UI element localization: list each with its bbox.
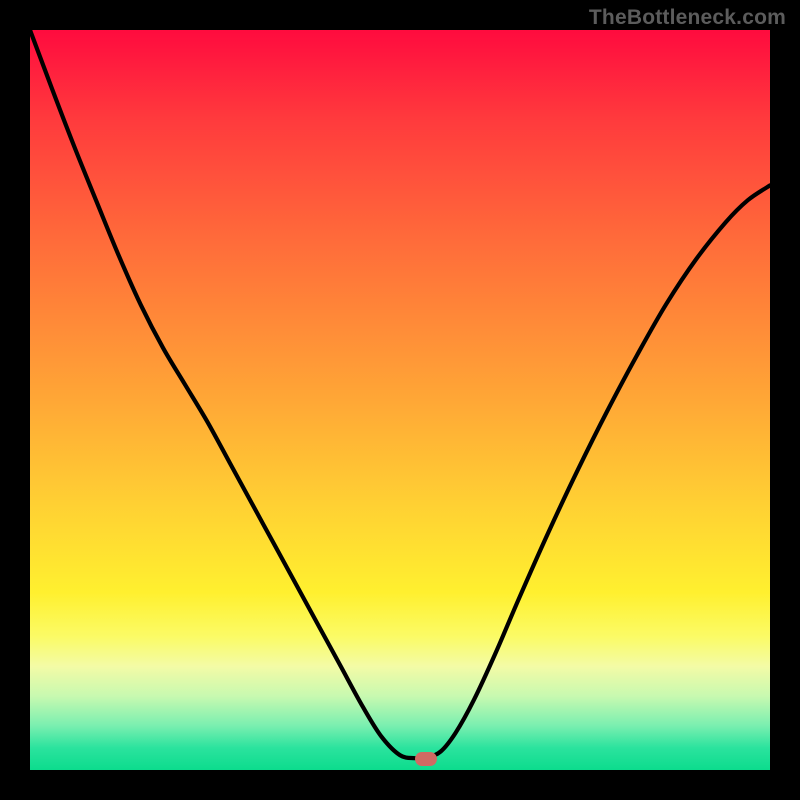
plot-area: [30, 30, 770, 770]
chart-frame: TheBottleneck.com: [0, 0, 800, 800]
optimal-point-marker: [415, 752, 437, 766]
watermark-text: TheBottleneck.com: [589, 6, 786, 30]
curve-layer: [30, 30, 770, 770]
bottleneck-curve: [30, 30, 770, 759]
